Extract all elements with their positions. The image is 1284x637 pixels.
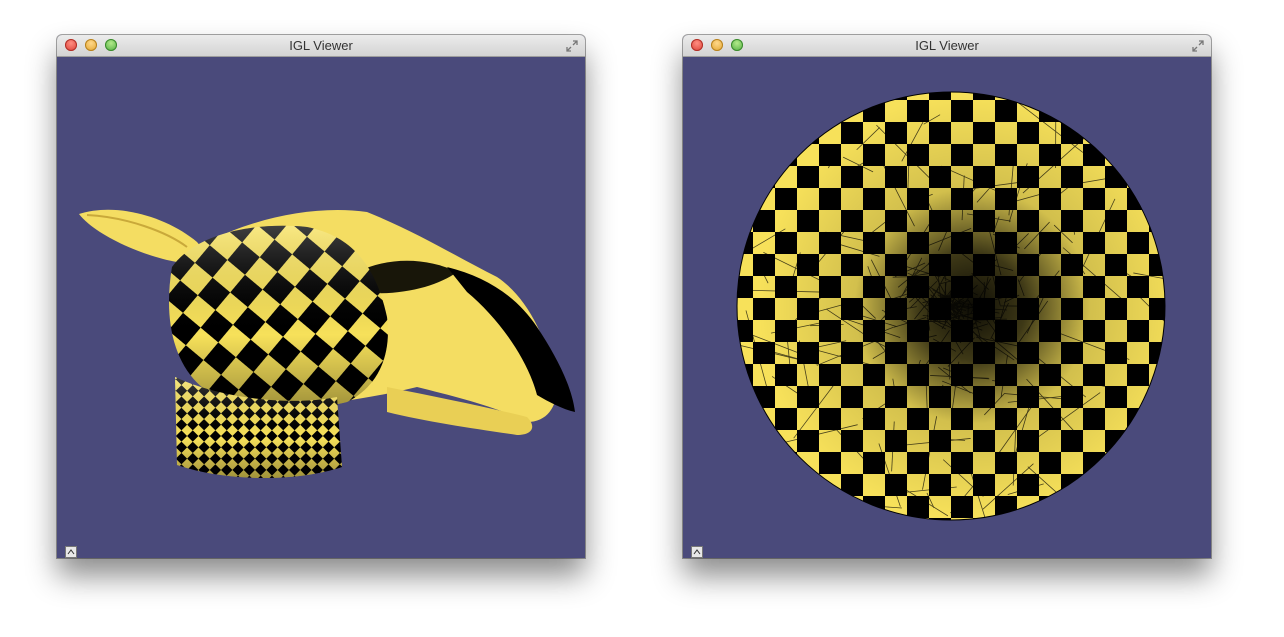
viewer-window-right: IGL Viewer bbox=[683, 35, 1211, 558]
render-canvas[interactable]: ? bbox=[57, 57, 585, 558]
mesh-3d-render bbox=[79, 209, 575, 479]
viewer-window-left: IGL Viewer bbox=[57, 35, 585, 558]
titlebar[interactable]: IGL Viewer bbox=[57, 35, 585, 57]
window-title: IGL Viewer bbox=[915, 38, 979, 53]
wireframe-toggle-icon[interactable] bbox=[65, 546, 77, 558]
uv-disk-render bbox=[736, 91, 1166, 521]
window-title: IGL Viewer bbox=[289, 38, 353, 53]
wireframe-toggle-icon[interactable] bbox=[691, 546, 703, 558]
fullscreen-icon[interactable] bbox=[1191, 39, 1205, 53]
render-canvas[interactable]: ? bbox=[683, 57, 1211, 558]
fullscreen-icon[interactable] bbox=[565, 39, 579, 53]
titlebar[interactable]: IGL Viewer bbox=[683, 35, 1211, 57]
